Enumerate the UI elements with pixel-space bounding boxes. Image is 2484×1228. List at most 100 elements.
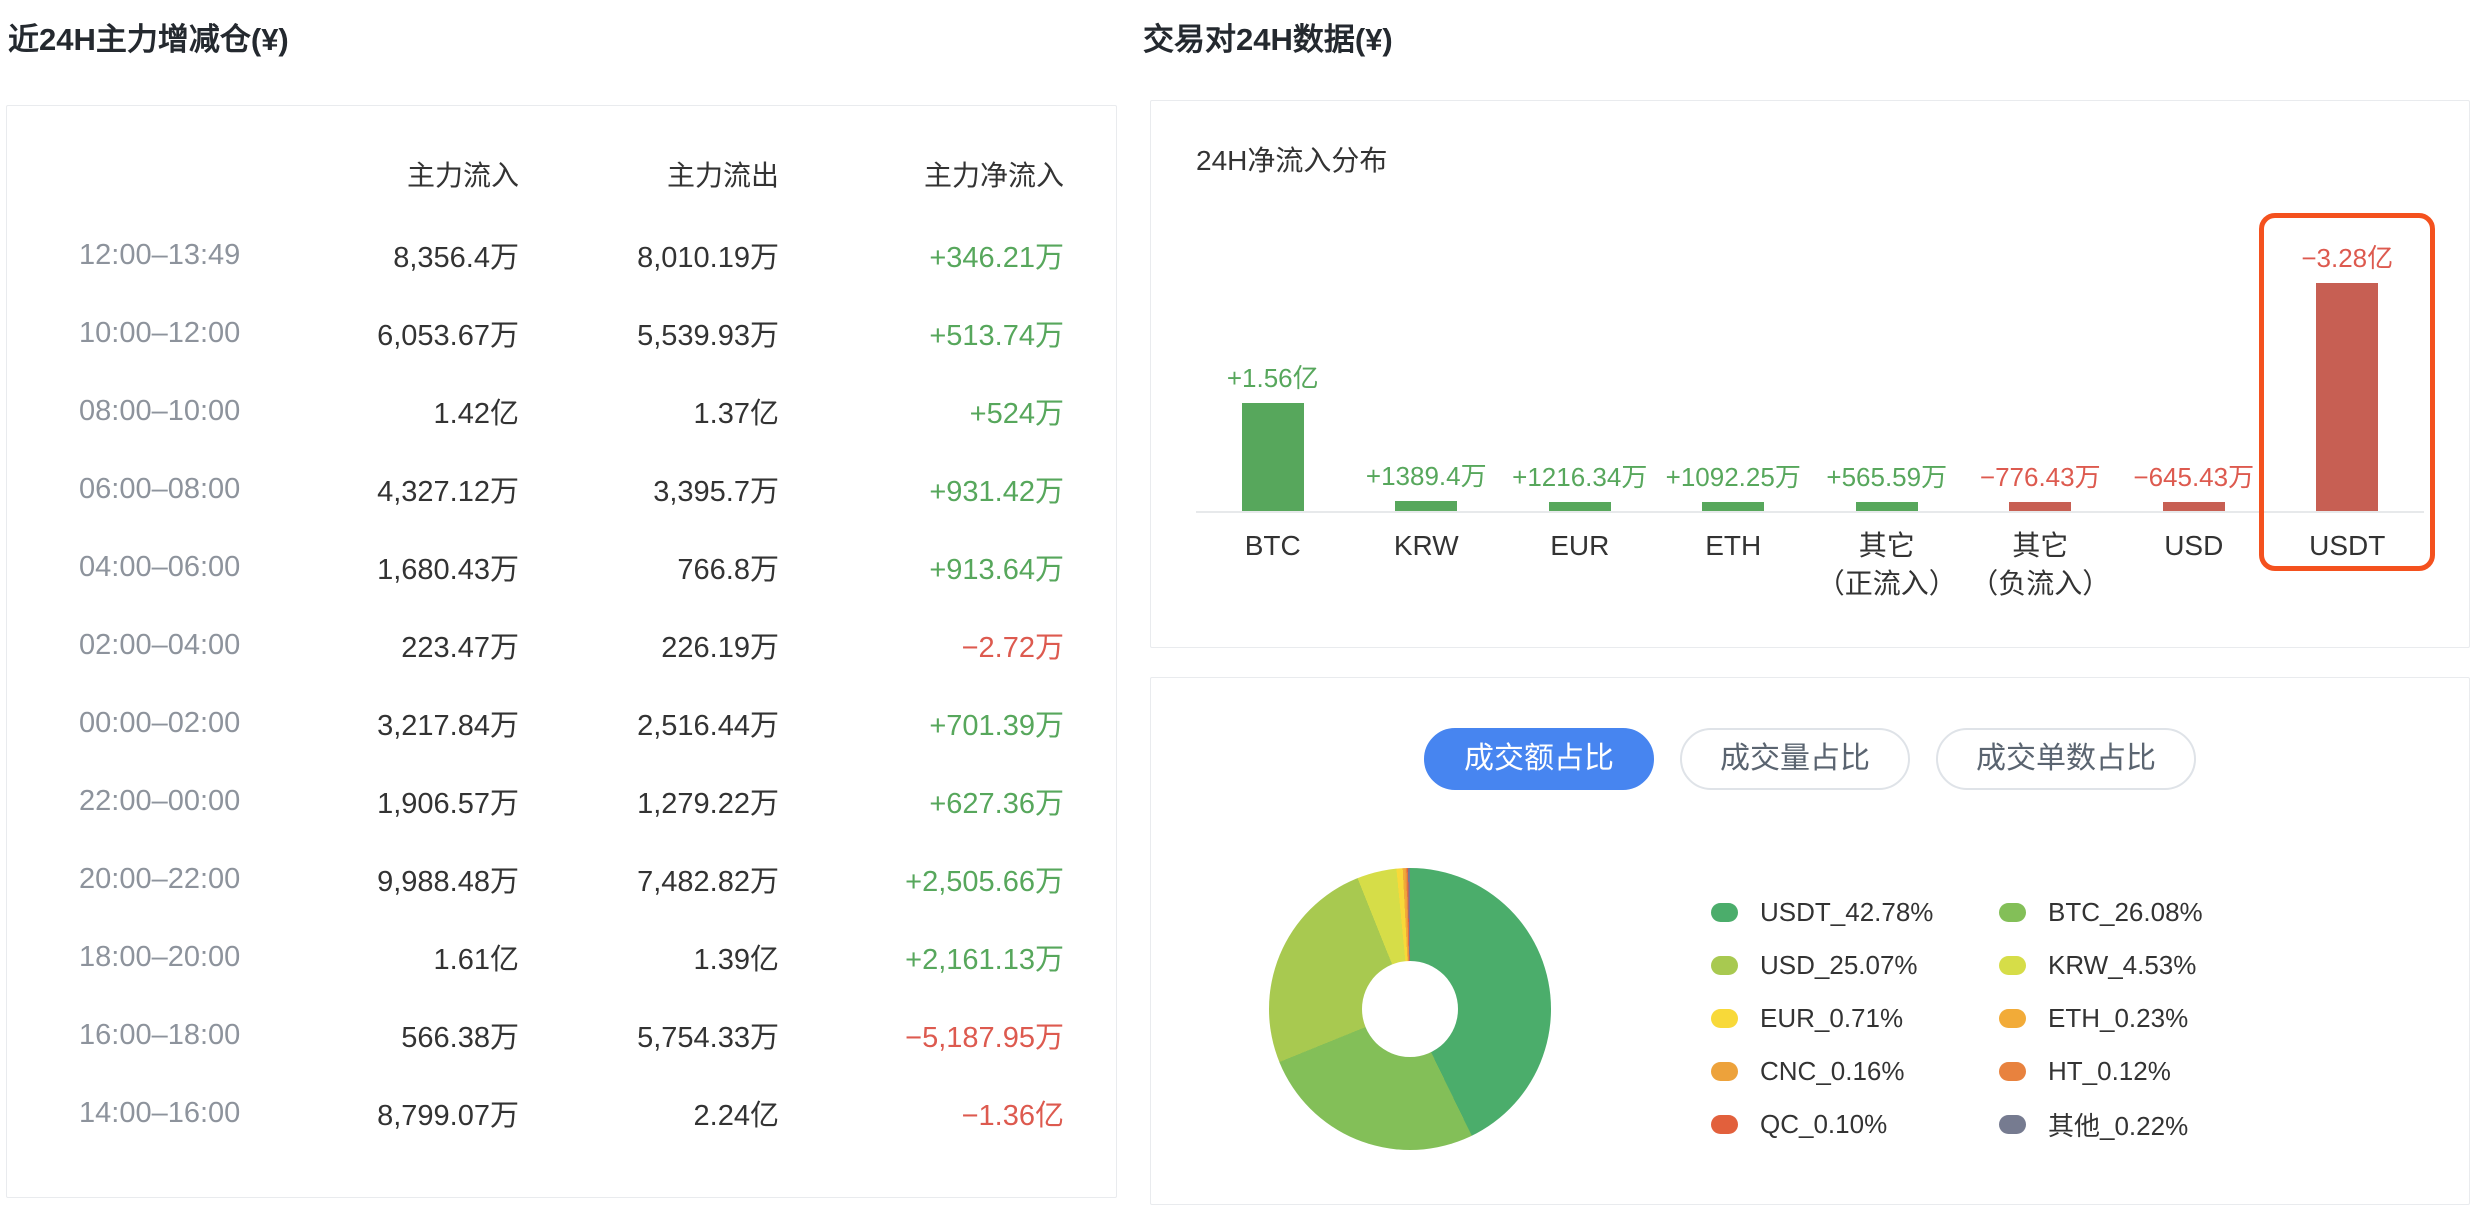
bar-column-USDT[interactable]: −3.28亿USDT (2271, 213, 2425, 511)
outflow-cell: 7,482.82万 (519, 858, 779, 900)
bar-category-label: 其它（正流入） (1817, 527, 1957, 603)
bar-column-KRW[interactable]: +1389.4万KRW (1350, 213, 1504, 511)
bar-column-BTC[interactable]: +1.56亿BTC (1196, 213, 1350, 511)
bar-column-EUR[interactable]: +1216.34万EUR (1503, 213, 1657, 511)
share-tabs: 成交额占比成交量占比成交单数占比 (1151, 728, 2469, 790)
legend-swatch-icon (1999, 903, 2026, 922)
legend-item-CNC[interactable]: CNC_0.16% (1711, 1045, 1999, 1098)
legend-label: KRW_4.53% (2048, 950, 2196, 981)
bar-value-label: +565.59万 (1826, 457, 1947, 494)
bar-column-ETH[interactable]: +1092.25万ETH (1657, 213, 1811, 511)
legend-swatch-icon (1711, 1115, 1738, 1134)
outflow-cell: 766.8万 (519, 546, 779, 588)
netflow-bar-chart: +1.56亿BTC+1389.4万KRW+1216.34万EUR+1092.25… (1196, 213, 2424, 513)
legend-swatch-icon (1999, 956, 2026, 975)
bar-value-label: +1216.34万 (1512, 457, 1647, 494)
table-row: 22:00–00:001,906.57万1,279.22万+627.36万 (79, 762, 1064, 840)
bar[interactable] (1702, 502, 1764, 511)
outflow-cell: 2,516.44万 (519, 702, 779, 744)
time-range-cell: 08:00–10:00 (79, 395, 309, 428)
time-range-cell: 12:00–13:49 (79, 239, 309, 272)
outflow-cell: 1.39亿 (519, 936, 779, 978)
time-range-cell: 20:00–22:00 (79, 863, 309, 896)
legend-swatch-icon (1711, 1062, 1738, 1081)
bar[interactable] (2009, 502, 2071, 511)
outflow-cell: 3,395.7万 (519, 468, 779, 510)
legend-label: USD_25.07% (1760, 950, 1918, 981)
inflow-cell: 3,217.84万 (309, 702, 519, 744)
legend-swatch-icon (1999, 1062, 2026, 1081)
time-range-cell: 06:00–08:00 (79, 473, 309, 506)
legend-item-EUR[interactable]: EUR_0.71% (1711, 992, 1999, 1045)
header-outflow: 主力流出 (519, 154, 779, 194)
netflow-chart-card: 24H净流入分布 +1.56亿BTC+1389.4万KRW+1216.34万EU… (1150, 100, 2470, 648)
net-inflow-cell: +2,505.66万 (779, 858, 1064, 900)
tab-成交额占比[interactable]: 成交额占比 (1424, 728, 1654, 790)
legend-item-ETH[interactable]: ETH_0.23% (1999, 992, 2203, 1045)
legend-label: HT_0.12% (2048, 1056, 2171, 1087)
inflow-cell: 9,988.48万 (309, 858, 519, 900)
left-panel-title: 近24H主力增减仓(¥) (8, 14, 289, 59)
inflow-cell: 223.47万 (309, 624, 519, 666)
outflow-cell: 226.19万 (519, 624, 779, 666)
legend-item-BTC[interactable]: BTC_26.08% (1999, 886, 2203, 939)
bar-category-label: ETH (1705, 527, 1761, 565)
net-inflow-cell: +931.42万 (779, 468, 1064, 510)
inflow-cell: 1,680.43万 (309, 546, 519, 588)
net-inflow-cell: −1.36亿 (779, 1092, 1064, 1134)
legend-item-QC[interactable]: QC_0.10% (1711, 1098, 1999, 1151)
bar[interactable] (1856, 502, 1918, 511)
outflow-cell: 2.24亿 (519, 1092, 779, 1134)
bar-value-label: +1.56亿 (1227, 358, 1319, 395)
table-row: 14:00–16:008,799.07万2.24亿−1.36亿 (79, 1074, 1064, 1152)
legend-swatch-icon (1711, 1009, 1738, 1028)
legend-item-USDT[interactable]: USDT_42.78% (1711, 886, 1999, 939)
legend-label: USDT_42.78% (1760, 897, 1933, 928)
bar[interactable] (1242, 403, 1304, 511)
bar-column-其它[interactable]: −776.43万其它（负流入） (1964, 213, 2118, 511)
header-inflow: 主力流入 (309, 154, 519, 194)
table-row: 08:00–10:001.42亿1.37亿+524万 (79, 372, 1064, 450)
bar-value-label: −3.28亿 (2301, 238, 2393, 275)
time-range-cell: 16:00–18:00 (79, 1019, 309, 1052)
legend-item-USD[interactable]: USD_25.07% (1711, 939, 1999, 992)
legend-item-KRW[interactable]: KRW_4.53% (1999, 939, 2203, 992)
inflow-cell: 6,053.67万 (309, 312, 519, 354)
table-row: 16:00–18:00566.38万5,754.33万−5,187.95万 (79, 996, 1064, 1074)
bar[interactable] (2316, 283, 2378, 511)
inflow-cell: 566.38万 (309, 1014, 519, 1056)
table-row: 02:00–04:00223.47万226.19万−2.72万 (79, 606, 1064, 684)
dashboard: 近24H主力增减仓(¥) 交易对24H数据(¥) 主力流入 主力流出 主力净流入… (0, 0, 2484, 1228)
main-force-flow-card: 主力流入 主力流出 主力净流入 12:00–13:498,356.4万8,010… (6, 105, 1117, 1198)
legend-swatch-icon (1999, 1009, 2026, 1028)
tab-成交单数占比[interactable]: 成交单数占比 (1936, 728, 2196, 790)
bar-category-label: USD (2164, 527, 2223, 565)
tab-成交量占比[interactable]: 成交量占比 (1680, 728, 1910, 790)
inflow-cell: 8,356.4万 (309, 234, 519, 276)
bar-category-label: USDT (2309, 527, 2385, 565)
bar-column-其它[interactable]: +565.59万其它（正流入） (1810, 213, 1964, 511)
inflow-cell: 4,327.12万 (309, 468, 519, 510)
legend-item-HT[interactable]: HT_0.12% (1999, 1045, 2203, 1098)
legend-label: ETH_0.23% (2048, 1003, 2188, 1034)
time-range-cell: 02:00–04:00 (79, 629, 309, 662)
legend-swatch-icon (1711, 956, 1738, 975)
inflow-cell: 1.61亿 (309, 936, 519, 978)
legend-swatch-icon (1999, 1115, 2026, 1134)
net-inflow-cell: +513.74万 (779, 312, 1064, 354)
legend-item-其他[interactable]: 其他_0.22% (1999, 1098, 2203, 1151)
share-legend: USDT_42.78% BTC_26.08% USD_25.07% KRW_4.53%… (1711, 886, 2203, 1151)
bar[interactable] (2163, 502, 2225, 511)
time-range-cell: 14:00–16:00 (79, 1097, 309, 1130)
bar[interactable] (1549, 502, 1611, 511)
legend-label: 其他_0.22% (2048, 1106, 2188, 1143)
bar-column-USD[interactable]: −645.43万USD (2117, 213, 2271, 511)
flow-table: 主力流入 主力流出 主力净流入 12:00–13:498,356.4万8,010… (7, 106, 1116, 1152)
share-donut-chart (1269, 868, 1551, 1150)
inflow-cell: 1.42亿 (309, 390, 519, 432)
time-range-cell: 10:00–12:00 (79, 317, 309, 350)
bar[interactable] (1395, 501, 1457, 511)
flow-table-header: 主力流入 主力流出 主力净流入 (79, 142, 1064, 206)
bar-value-label: −645.43万 (2133, 457, 2254, 494)
bar-category-label: 其它（负流入） (1970, 527, 2110, 603)
